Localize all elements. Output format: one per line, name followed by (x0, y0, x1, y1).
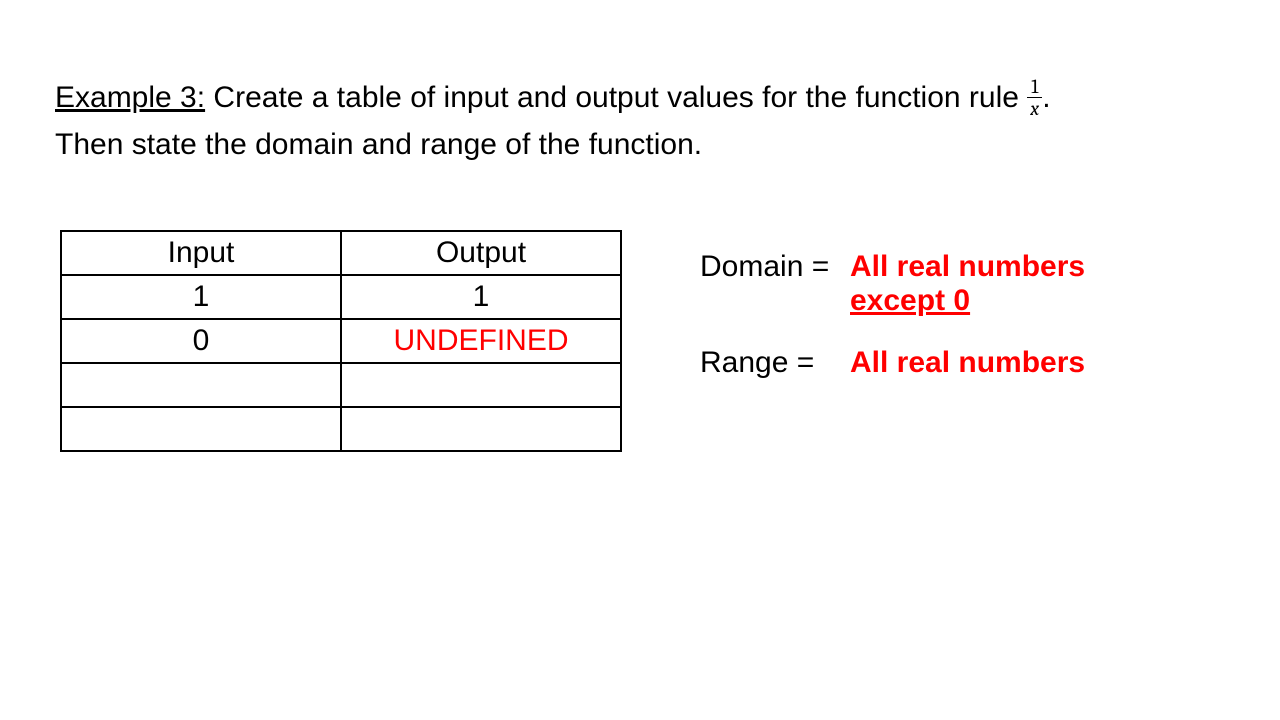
domain-value-line1: All real numbers (850, 250, 1085, 283)
example-label: Example 3: (55, 81, 205, 114)
range-label: Range = (700, 346, 850, 380)
problem-prompt: Example 3: Create a table of input and o… (55, 75, 1215, 168)
table-header-row: Input Output (61, 231, 621, 275)
table-row: 1 1 (61, 275, 621, 319)
table-row (61, 407, 621, 451)
table-row: 0 UNDEFINED (61, 319, 621, 363)
fraction-numerator: 1 (1027, 76, 1042, 98)
range-value: All real numbers (850, 346, 1085, 380)
domain-value: All real numbers except 0 (850, 250, 1085, 318)
io-table: Input Output 1 1 0 UNDEFINED (60, 230, 622, 452)
answers-block: Domain = All real numbers except 0 Range… (700, 250, 1085, 408)
cell-input (61, 407, 341, 451)
cell-input: 1 (61, 275, 341, 319)
domain-row: Domain = All real numbers except 0 (700, 250, 1085, 318)
fraction-denominator: x (1027, 98, 1042, 119)
fraction-one-over-x: 1x (1027, 76, 1042, 119)
cell-input: 0 (61, 319, 341, 363)
cell-output: 1 (341, 275, 621, 319)
cell-output: UNDEFINED (341, 319, 621, 363)
table-row (61, 363, 621, 407)
cell-input (61, 363, 341, 407)
domain-label: Domain = (700, 250, 850, 284)
prompt-period: . (1042, 81, 1050, 114)
range-row: Range = All real numbers (700, 346, 1085, 380)
prompt-text-1: Create a table of input and output value… (205, 81, 1027, 114)
prompt-text-2: Then state the domain and range of the f… (55, 128, 702, 161)
cell-output (341, 363, 621, 407)
slide: Example 3: Create a table of input and o… (0, 0, 1280, 720)
header-output: Output (341, 231, 621, 275)
domain-value-line2: except 0 (850, 284, 1085, 318)
cell-output (341, 407, 621, 451)
header-input: Input (61, 231, 341, 275)
